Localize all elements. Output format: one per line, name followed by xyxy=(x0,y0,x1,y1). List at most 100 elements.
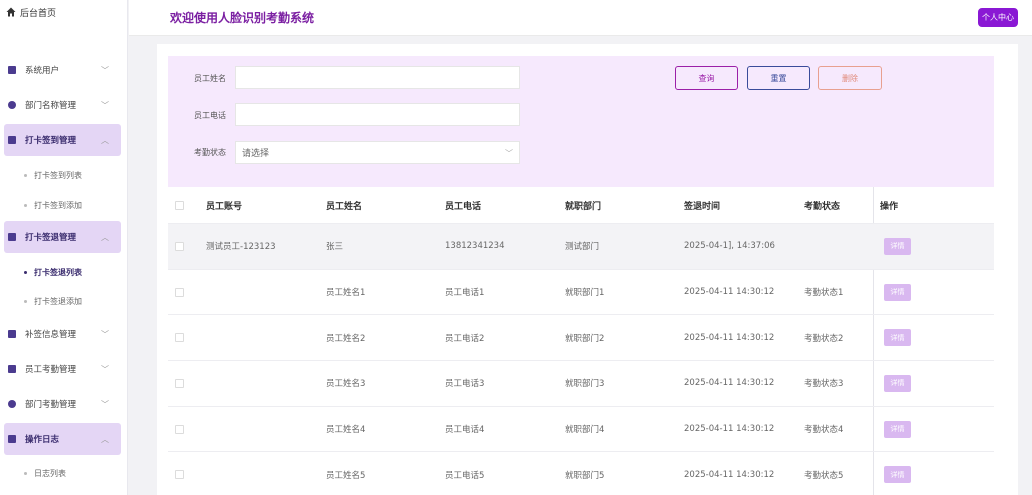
table-row[interactable]: 员工姓名2 员工电话2 就职部门2 2025-04-11 14:30:12 考勤… xyxy=(168,314,994,360)
sidebar-sub-log-list[interactable]: 日志列表 xyxy=(24,458,66,488)
cell-department: 就职部门4 xyxy=(565,425,605,436)
cell-checkout-time: 2025-04-1], 14:37:06 xyxy=(684,241,775,252)
chevron-up-icon: ︿ xyxy=(101,233,109,242)
cell-status: 考勤状态3 xyxy=(804,379,844,390)
bullet-icon xyxy=(24,471,27,475)
sidebar-item-resign[interactable]: 补签信息管理 ﹀ xyxy=(4,318,121,350)
cell-phone: 员工电话1 xyxy=(445,288,485,299)
reset-button[interactable]: 重置 xyxy=(747,66,810,90)
sidebar-sub-checkin-list[interactable]: 打卡签到列表 xyxy=(24,160,82,190)
sidebar-item-system-users[interactable]: 系统用户 ﹀ xyxy=(4,54,121,86)
detail-button[interactable]: 详情 xyxy=(884,420,911,438)
home-icon xyxy=(6,7,16,17)
sidebar-item-label: 打卡签退管理 xyxy=(25,233,77,243)
cell-department: 就职部门5 xyxy=(565,470,605,481)
sidebar-item-employee-attendance[interactable]: 员工考勤管理 ﹀ xyxy=(4,353,121,385)
chevron-down-icon: ﹀ xyxy=(101,330,109,339)
cell-department: 就职部门3 xyxy=(565,379,605,390)
cell-name: 员工姓名4 xyxy=(326,425,366,436)
phone-label: 员工电话 xyxy=(194,111,226,120)
row-checkbox[interactable] xyxy=(175,287,184,297)
sidebar-home-label: 后台首页 xyxy=(20,8,57,19)
sidebar-sub-checkout-list[interactable]: 打卡签退列表 xyxy=(24,257,82,287)
col-operation: 操作 xyxy=(880,201,899,212)
status-select[interactable]: 请选择 ﹀ xyxy=(235,141,520,164)
department-icon xyxy=(8,400,16,408)
cell-checkout-time: 2025-04-11 14:30:12 xyxy=(684,424,775,435)
cell-name: 员工姓名3 xyxy=(326,379,366,390)
cell-status: 考勤状态2 xyxy=(804,333,844,344)
bullet-icon xyxy=(24,203,27,207)
bullet-icon xyxy=(24,173,27,177)
table-row[interactable]: 测试员工-123123 张三 13812341234 测试部门 2025-04-… xyxy=(168,223,994,269)
cell-department: 就职部门2 xyxy=(565,333,605,344)
user-icon xyxy=(8,66,16,74)
cell-checkout-time: 2025-04-11 14:30:12 xyxy=(684,287,775,298)
chevron-down-icon: ﹀ xyxy=(101,66,109,75)
chevron-up-icon: ︿ xyxy=(101,435,109,444)
sidebar-item-department-attendance[interactable]: 部门考勤管理 ﹀ xyxy=(4,388,121,420)
query-button[interactable]: 查询 xyxy=(675,66,738,90)
row-checkbox[interactable] xyxy=(175,424,184,434)
row-checkbox[interactable] xyxy=(175,378,184,388)
page-title: 欢迎使用人脸识别考勤系统 xyxy=(170,11,315,25)
select-all-checkbox[interactable] xyxy=(175,200,184,210)
sidebar-sub-checkout-add[interactable]: 打卡签退添加 xyxy=(24,286,82,316)
cell-phone: 员工电话2 xyxy=(445,333,485,344)
cell-name: 张三 xyxy=(326,242,344,253)
delete-button[interactable]: 删除 xyxy=(818,66,882,90)
sidebar-sub-checkin-add[interactable]: 打卡签到添加 xyxy=(24,190,82,220)
table-row[interactable]: 员工姓名3 员工电话3 就职部门3 2025-04-11 14:30:12 考勤… xyxy=(168,360,994,406)
bullet-icon xyxy=(24,299,27,303)
status-select-placeholder: 请选择 xyxy=(242,149,270,159)
table-row[interactable]: 员工姓名4 员工电话4 就职部门4 2025-04-11 14:30:12 考勤… xyxy=(168,405,994,452)
cell-phone: 员工电话4 xyxy=(445,425,485,436)
row-checkbox[interactable] xyxy=(175,333,184,343)
chevron-down-icon: ﹀ xyxy=(505,149,513,158)
col-department: 就职部门 xyxy=(565,201,602,212)
detail-button[interactable]: 详情 xyxy=(884,466,911,484)
cell-department: 测试部门 xyxy=(565,242,600,253)
detail-button[interactable]: 详情 xyxy=(884,374,911,392)
detail-button[interactable]: 详情 xyxy=(884,237,911,255)
sidebar-sub-label: 打卡签到添加 xyxy=(34,200,82,210)
checkout-icon xyxy=(8,233,16,241)
chevron-down-icon: ﹀ xyxy=(101,365,109,374)
profile-button[interactable]: 个人中心 xyxy=(978,8,1018,27)
sidebar-home[interactable]: 后台首页 xyxy=(0,0,127,24)
cell-checkout-time: 2025-04-11 14:30:12 xyxy=(684,378,775,389)
data-table: 员工账号 员工姓名 员工电话 就职部门 签退时间 考勤状态 操作 测试员工-12… xyxy=(168,187,994,495)
sidebar-item-checkin[interactable]: 打卡签到管理 ︿ xyxy=(4,124,121,156)
detail-button[interactable]: 详情 xyxy=(884,283,911,301)
sidebar-sub-label: 打卡签退添加 xyxy=(34,296,82,306)
log-icon xyxy=(8,435,16,443)
status-label: 考勤状态 xyxy=(194,148,226,157)
row-checkbox[interactable] xyxy=(175,470,184,480)
sidebar: 后台首页 系统用户 ﹀ 部门名称管理 ﹀ 打卡签到管理 ︿ 打卡签到列表 打卡签… xyxy=(0,0,128,495)
cell-department: 就职部门1 xyxy=(565,288,605,299)
col-account: 员工账号 xyxy=(206,201,243,212)
chevron-down-icon: ﹀ xyxy=(101,400,109,409)
sidebar-sub-label: 打卡签退列表 xyxy=(34,267,82,277)
cell-checkout-time: 2025-04-11 14:30:12 xyxy=(684,332,775,343)
cell-name: 员工姓名5 xyxy=(326,470,366,481)
table-row[interactable]: 员工姓名5 员工电话5 就职部门5 2025-04-11 14:30:12 考勤… xyxy=(168,451,994,495)
chevron-down-icon: ﹀ xyxy=(101,101,109,110)
sidebar-item-label: 打卡签到管理 xyxy=(25,136,77,146)
col-checkout-time: 签退时间 xyxy=(684,201,721,212)
sidebar-item-checkout[interactable]: 打卡签退管理 ︿ xyxy=(4,221,121,253)
cell-name: 员工姓名1 xyxy=(326,288,366,299)
phone-input[interactable] xyxy=(235,103,520,126)
cell-status: 考勤状态4 xyxy=(804,425,844,436)
sidebar-item-operation-log[interactable]: 操作日志 ︿ xyxy=(4,423,121,455)
sidebar-sub-label: 打卡签到列表 xyxy=(34,170,82,180)
row-checkbox[interactable] xyxy=(175,241,184,251)
detail-button[interactable]: 详情 xyxy=(884,329,911,347)
filter-panel: 员工姓名 员工电话 考勤状态 请选择 ﹀ 查询 重置 删除 xyxy=(168,56,994,187)
top-header: 欢迎使用人脸识别考勤系统 个人中心 xyxy=(129,0,1032,36)
name-input[interactable] xyxy=(235,66,520,89)
table-row[interactable]: 员工姓名1 员工电话1 就职部门1 2025-04-11 14:30:12 考勤… xyxy=(168,268,994,315)
sidebar-item-department-names[interactable]: 部门名称管理 ﹀ xyxy=(4,89,121,121)
cell-status: 考勤状态5 xyxy=(804,470,844,481)
checkin-icon xyxy=(8,136,16,144)
